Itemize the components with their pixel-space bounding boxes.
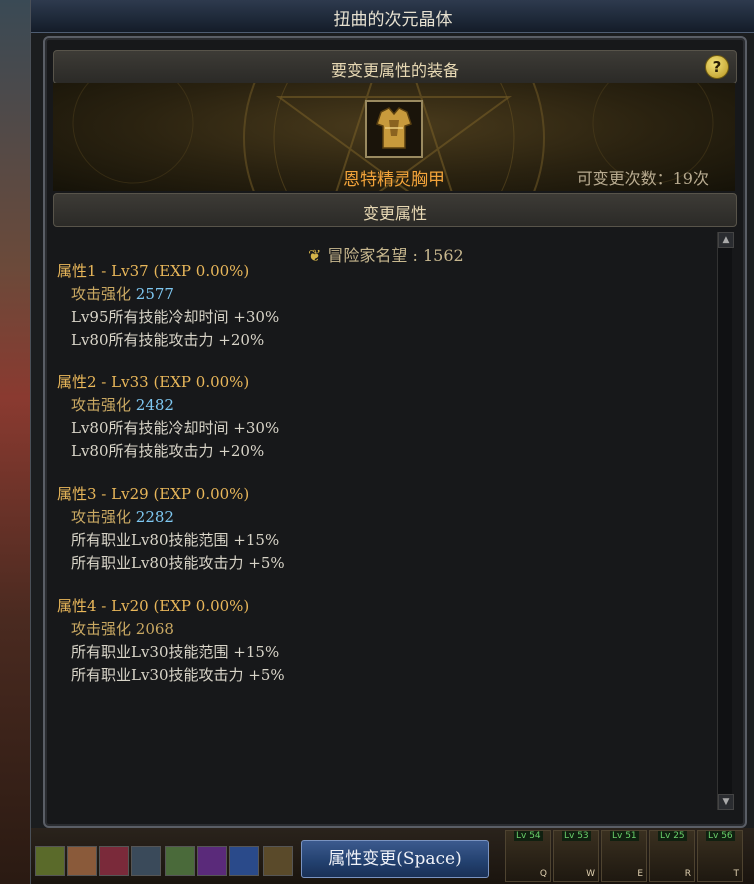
skill-slot-r[interactable]: Lv 25 R bbox=[649, 830, 695, 882]
game-background-left bbox=[0, 0, 34, 884]
skill-level: Lv 56 bbox=[706, 831, 735, 841]
attribute-scrollbar[interactable]: ▲ ▼ bbox=[717, 232, 734, 810]
attack-strength-label: 攻击强化 bbox=[71, 620, 132, 638]
skill-level: Lv 54 bbox=[514, 831, 543, 841]
equipment-header: 要变更属性的装备 bbox=[53, 50, 737, 84]
window-titlebar[interactable]: 扭曲的次元晶体 bbox=[31, 0, 754, 33]
attack-strength-line: 攻击强化 2068 bbox=[57, 618, 285, 641]
attribute-effect: Lv80所有技能冷却时间 +30% bbox=[71, 419, 280, 437]
skill-level: Lv 25 bbox=[658, 831, 687, 841]
attack-strength-label: 攻击强化 bbox=[71, 285, 132, 303]
change-count: 可变更次数：19次 bbox=[576, 169, 709, 188]
attack-strength-value: 2068 bbox=[135, 620, 174, 638]
scroll-up-icon[interactable]: ▲ bbox=[718, 232, 734, 248]
quickslot-item-icon[interactable] bbox=[229, 846, 259, 876]
skill-slot-t[interactable]: Lv 56 T bbox=[697, 830, 743, 882]
attribute-effect: 所有职业Lv30技能范围 +15% bbox=[71, 643, 280, 661]
quickslot-item-icon[interactable] bbox=[197, 846, 227, 876]
attribute-effect: 所有职业Lv80技能攻击力 +5% bbox=[71, 554, 285, 572]
quickslot-item-icon[interactable] bbox=[131, 846, 161, 876]
attribute-change-button[interactable]: 属性变更(Space) bbox=[301, 840, 489, 878]
attack-strength-line: 攻击强化 2577 bbox=[57, 283, 279, 306]
fame-crest-icon: ❦ bbox=[308, 246, 322, 265]
equipment-slot[interactable] bbox=[365, 100, 423, 158]
skill-hotkey: T bbox=[733, 869, 740, 879]
attribute-effect: Lv95所有技能冷却时间 +30% bbox=[71, 308, 280, 326]
change-attribute-title: 变更属性 bbox=[362, 204, 427, 223]
attribute-effect: 所有职业Lv80技能范围 +15% bbox=[71, 531, 280, 549]
quickslot-item-icon[interactable] bbox=[35, 846, 65, 876]
attack-strength-value: 2282 bbox=[135, 508, 174, 526]
skill-hotkey: Q bbox=[539, 869, 547, 879]
attribute-block-2: 属性2 - Lv33 (EXP 0.00%) 攻击强化 2482 Lv80所有技… bbox=[57, 371, 279, 463]
quickslot-item-icon[interactable] bbox=[165, 846, 195, 876]
quickslot-item-icon[interactable] bbox=[67, 846, 97, 876]
skill-hotkey: R bbox=[684, 869, 691, 879]
attribute-title: 属性2 - Lv33 (EXP 0.00%) bbox=[57, 373, 250, 391]
attack-strength-line: 攻击强化 2482 bbox=[57, 394, 279, 417]
quickslot-item-icon[interactable] bbox=[263, 846, 293, 876]
dimension-crystal-window: 扭曲的次元晶体 要变更属性的装备 ? 恩特精灵胸甲 可变更次数：19次 变更属性 bbox=[30, 0, 754, 884]
change-attribute-header: 变更属性 bbox=[53, 193, 737, 227]
attribute-block-3: 属性3 - Lv29 (EXP 0.00%) 攻击强化 2282 所有职业Lv8… bbox=[57, 483, 285, 575]
attribute-effect: Lv80所有技能攻击力 +20% bbox=[71, 331, 265, 349]
chest-armor-icon bbox=[367, 102, 421, 156]
skill-level: Lv 53 bbox=[562, 831, 591, 841]
attribute-effect: Lv80所有技能攻击力 +20% bbox=[71, 442, 265, 460]
skill-slot-e[interactable]: Lv 51 E bbox=[601, 830, 647, 882]
window-title: 扭曲的次元晶体 bbox=[333, 10, 453, 30]
skill-hotkey: E bbox=[637, 869, 643, 879]
heart-icon[interactable] bbox=[99, 846, 129, 876]
attack-strength-value: 2577 bbox=[135, 285, 174, 303]
adventurer-fame: ❦ 冒险家名望 : 1562 bbox=[308, 242, 464, 266]
skill-level: Lv 51 bbox=[610, 831, 639, 841]
attack-strength-value: 2482 bbox=[135, 396, 174, 414]
fame-label: 冒险家名望 : 1562 bbox=[327, 246, 464, 265]
equipment-header-title: 要变更属性的装备 bbox=[330, 61, 459, 80]
skill-hotkey: W bbox=[586, 869, 595, 879]
attribute-effect: 所有职业Lv30技能攻击力 +5% bbox=[71, 666, 285, 684]
attribute-list: ❦ 冒险家名望 : 1562 属性1 - Lv37 (EXP 0.00%) 攻击强… bbox=[53, 230, 715, 810]
equipment-panel: 恩特精灵胸甲 可变更次数：19次 bbox=[53, 83, 735, 191]
scroll-down-icon[interactable]: ▼ bbox=[718, 794, 734, 810]
attribute-title: 属性4 - Lv20 (EXP 0.00%) bbox=[57, 597, 250, 615]
attack-strength-label: 攻击强化 bbox=[71, 396, 132, 414]
skill-slot-w[interactable]: Lv 53 W bbox=[553, 830, 599, 882]
attribute-block-1: 属性1 - Lv37 (EXP 0.00%) 攻击强化 2577 Lv95所有技… bbox=[57, 260, 279, 352]
attack-strength-label: 攻击强化 bbox=[71, 508, 132, 526]
skill-slot-q[interactable]: Lv 54 Q bbox=[505, 830, 551, 882]
attribute-title: 属性1 - Lv37 (EXP 0.00%) bbox=[57, 262, 250, 280]
attack-strength-line: 攻击强化 2282 bbox=[57, 506, 285, 529]
attribute-block-4: 属性4 - Lv20 (EXP 0.00%) 攻击强化 2068 所有职业Lv3… bbox=[57, 595, 285, 687]
bottom-hotbar: 属性变更(Space) Lv 54 Q Lv 53 W Lv 51 E Lv 2… bbox=[31, 828, 754, 884]
help-icon[interactable]: ? bbox=[705, 55, 729, 79]
attribute-title: 属性3 - Lv29 (EXP 0.00%) bbox=[57, 485, 250, 503]
